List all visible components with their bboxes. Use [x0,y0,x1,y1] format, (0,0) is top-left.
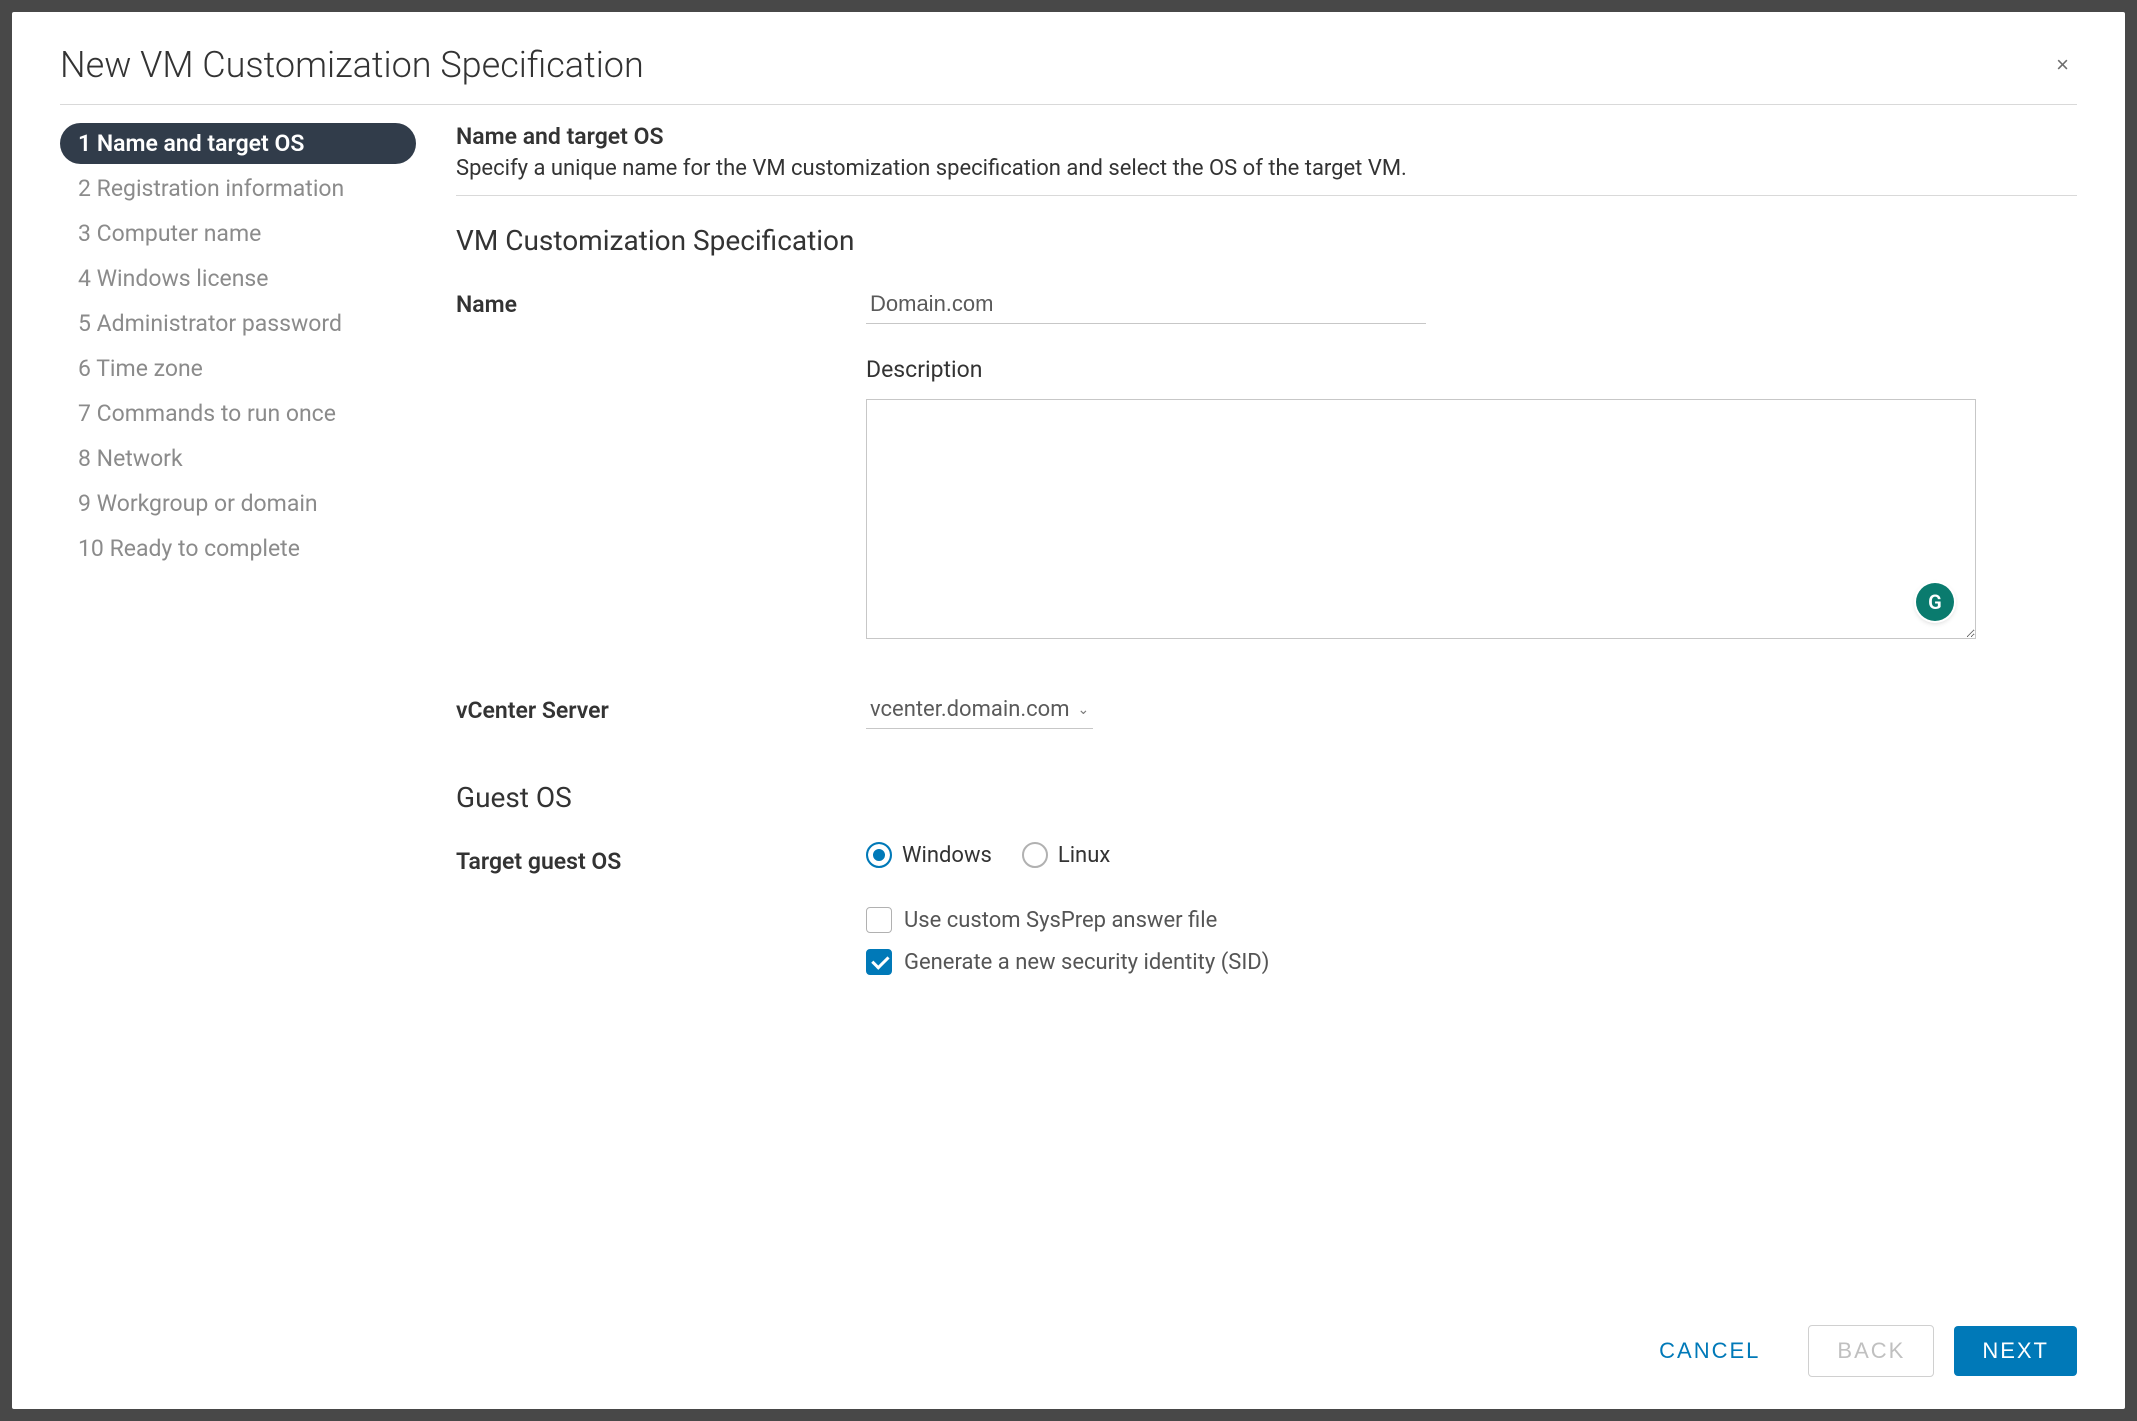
guest-os-heading: Guest OS [456,781,2077,814]
next-button[interactable]: NEXT [1954,1326,2077,1376]
step-label: Windows license [97,265,269,292]
close-icon[interactable]: × [2048,52,2077,78]
step-commands-to-run-once[interactable]: 7 Commands to run once [60,393,416,434]
name-row: Name [456,285,2077,324]
wizard-modal: New VM Customization Specification × 1 N… [12,12,2125,1409]
checkbox-icon [866,949,892,975]
target-guest-os-label: Target guest OS [456,842,866,875]
os-options-row: Use custom SysPrep answer file Generate … [456,907,2077,991]
step-label: Name and target OS [97,130,305,157]
vcenter-label: vCenter Server [456,691,866,724]
wizard-content: Name and target OS Specify a unique name… [440,123,2077,1305]
step-network[interactable]: 8 Network [60,438,416,479]
target-guest-os-row: Target guest OS Windows Linux [456,842,2077,875]
section-title: Name and target OS [456,123,2077,150]
step-windows-license[interactable]: 4 Windows license [60,258,416,299]
wizard-footer: CANCEL BACK NEXT [60,1305,2077,1377]
checkbox-label: Use custom SysPrep answer file [904,908,1217,933]
description-label: Description [866,356,2077,383]
modal-body: 1 Name and target OS 2 Registration info… [60,105,2077,1305]
step-label: Time zone [96,355,203,382]
radio-icon [1022,842,1048,868]
name-label: Name [456,285,866,318]
step-label: Commands to run once [97,400,336,427]
vcenter-row: vCenter Server vcenter.domain.com ⌄ [456,691,2077,729]
vcenter-value: vcenter.domain.com [870,697,1070,722]
description-textarea[interactable] [866,399,1976,639]
checkbox-label: Generate a new security identity (SID) [904,950,1269,975]
sysprep-checkbox[interactable]: Use custom SysPrep answer file [866,907,2077,933]
modal-header: New VM Customization Specification × [60,44,2077,105]
section-subtitle: Specify a unique name for the VM customi… [456,156,2077,196]
vcenter-dropdown[interactable]: vcenter.domain.com ⌄ [866,691,1093,729]
name-input[interactable] [866,285,1426,324]
sid-checkbox[interactable]: Generate a new security identity (SID) [866,949,2077,975]
cancel-button[interactable]: CANCEL [1631,1326,1788,1376]
step-label: Network [97,445,183,472]
description-row: Description [456,356,2077,643]
step-computer-name[interactable]: 3 Computer name [60,213,416,254]
step-number: 10 [78,535,104,562]
step-time-zone[interactable]: 6 Time zone [60,348,416,389]
step-number: 5 [78,310,91,337]
radio-label: Linux [1058,843,1110,868]
step-label: Computer name [97,220,262,247]
step-ready-to-complete[interactable]: 10 Ready to complete [60,528,416,569]
step-number: 2 [78,175,91,202]
step-number: 4 [78,265,91,292]
step-number: 3 [78,220,91,247]
chevron-down-icon: ⌄ [1078,702,1090,718]
step-label: Ready to complete [110,535,300,562]
os-radio-linux[interactable]: Linux [1022,842,1110,868]
step-number: 7 [78,400,91,427]
os-radio-windows[interactable]: Windows [866,842,992,868]
grammarly-icon[interactable] [1916,583,1954,621]
wizard-steps-sidebar: 1 Name and target OS 2 Registration info… [60,123,440,1305]
step-label: Workgroup or domain [97,490,318,517]
step-number: 1 [78,130,91,157]
vm-spec-heading: VM Customization Specification [456,224,2077,257]
modal-title: New VM Customization Specification [60,44,644,86]
back-button[interactable]: BACK [1808,1325,1934,1377]
step-label: Administrator password [97,310,342,337]
radio-label: Windows [902,843,992,868]
os-radio-group: Windows Linux [866,842,2077,868]
checkbox-icon [866,907,892,933]
step-number: 8 [78,445,91,472]
step-number: 9 [78,490,91,517]
radio-icon [866,842,892,868]
step-label: Registration information [97,175,345,202]
step-administrator-password[interactable]: 5 Administrator password [60,303,416,344]
step-number: 6 [78,355,91,382]
step-workgroup-or-domain[interactable]: 9 Workgroup or domain [60,483,416,524]
step-name-and-target-os[interactable]: 1 Name and target OS [60,123,416,164]
step-registration-information[interactable]: 2 Registration information [60,168,416,209]
